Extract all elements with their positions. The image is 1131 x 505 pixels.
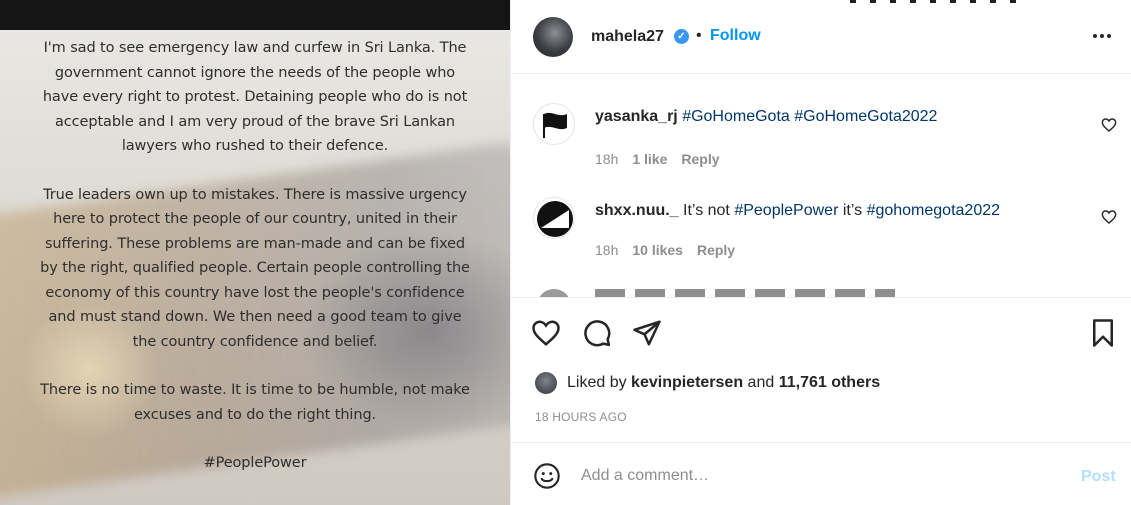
emoji-icon[interactable] <box>533 462 561 490</box>
comment-composer: Post <box>511 444 1131 505</box>
reply-button[interactable]: Reply <box>697 242 735 258</box>
statement-hashtag: #PeoplePower <box>203 455 307 471</box>
comment-plain-text: It’s not <box>683 202 735 219</box>
verified-badge-icon: ✓ <box>674 29 689 44</box>
statement-paragraph-1: I'm sad to see emergency law and curfew … <box>42 40 468 154</box>
liked-by-row: Liked by kevinpietersen and 11,761 other… <box>535 371 880 395</box>
comment-plain-text: it’s <box>838 202 867 219</box>
comment-hashtag[interactable]: #gohomegota2022 <box>867 202 1000 219</box>
cut-off-comment-text <box>595 289 895 297</box>
commenter-username[interactable]: shxx.nuu._ <box>595 202 679 219</box>
author-avatar[interactable] <box>533 17 573 57</box>
comment-time[interactable]: 18h <box>595 151 618 167</box>
comments-list[interactable]: yasanka_rj #GoHomeGota #GoHomeGota2022 1… <box>511 75 1131 297</box>
bookmark-icon[interactable] <box>1088 318 1118 348</box>
comment-likes[interactable]: 1 like <box>632 151 667 167</box>
comment-item: yasanka_rj #GoHomeGota #GoHomeGota2022 1… <box>511 75 1131 167</box>
reply-button[interactable]: Reply <box>681 151 719 167</box>
black-flag-icon <box>543 112 567 138</box>
commenter-username[interactable]: yasanka_rj <box>595 108 678 125</box>
post-image[interactable]: I'm sad to see emergency law and curfew … <box>0 0 510 505</box>
commenter-avatar[interactable] <box>533 103 575 145</box>
comment-meta: 18h 10 likes Reply <box>595 242 735 258</box>
author-username[interactable]: mahela27 <box>591 28 664 46</box>
comment-meta: 18h 1 like Reply <box>595 151 720 167</box>
comment-item: shxx.nuu._ It’s not #PeoplePower it’s #g… <box>511 167 1131 258</box>
liker-username[interactable]: kevinpietersen <box>631 374 743 391</box>
comment-hashtag[interactable]: #PeoplePower <box>734 202 838 219</box>
post-side-panel: mahela27 ✓ • Follow yasanka_rj #GoHomeGo… <box>510 0 1131 505</box>
anarchy-flag-icon <box>537 201 573 237</box>
comment-text: shxx.nuu._ It’s not #PeoplePower it’s #g… <box>595 202 1000 220</box>
comment-likes[interactable]: 10 likes <box>632 242 683 258</box>
comment-icon[interactable] <box>582 318 612 348</box>
header-separator: • <box>696 27 702 44</box>
comment-time[interactable]: 18h <box>595 242 618 258</box>
comment-text: yasanka_rj #GoHomeGota #GoHomeGota2022 <box>595 108 937 126</box>
post-timestamp[interactable]: 18 HOURS AGO <box>535 410 627 424</box>
post-actions-section: Liked by kevinpietersen and 11,761 other… <box>511 297 1131 443</box>
comment-input[interactable] <box>581 462 1061 490</box>
liked-by-text: Liked by kevinpietersen and 11,761 other… <box>567 374 880 392</box>
more-options-icon[interactable] <box>1089 26 1115 46</box>
follow-button[interactable]: Follow <box>710 27 761 45</box>
likes-count[interactable]: 11,761 others <box>779 374 880 391</box>
post-header: mahela27 ✓ • Follow <box>511 0 1131 74</box>
commenter-avatar <box>537 289 571 297</box>
partial-comment-item <box>511 287 1131 297</box>
liked-by-prefix: Liked by <box>567 374 632 391</box>
statement-paragraph-3: There is no time to waste. It is time to… <box>40 382 470 423</box>
commenter-avatar[interactable] <box>533 197 575 239</box>
statement-paragraph-2: True leaders own up to mistakes. There i… <box>40 186 470 350</box>
heart-icon[interactable] <box>531 318 561 348</box>
post-comment-button[interactable]: Post <box>1081 468 1116 486</box>
comment-like-heart-icon[interactable] <box>1101 209 1117 225</box>
liked-by-mid: and <box>743 374 779 391</box>
comment-hashtags[interactable]: #GoHomeGota #GoHomeGota2022 <box>682 108 937 125</box>
post-statement: I'm sad to see emergency law and curfew … <box>40 36 470 500</box>
image-top-strip <box>0 0 510 30</box>
share-icon[interactable] <box>632 318 662 348</box>
liker-avatar[interactable] <box>535 372 557 394</box>
comment-like-heart-icon[interactable] <box>1101 117 1117 133</box>
